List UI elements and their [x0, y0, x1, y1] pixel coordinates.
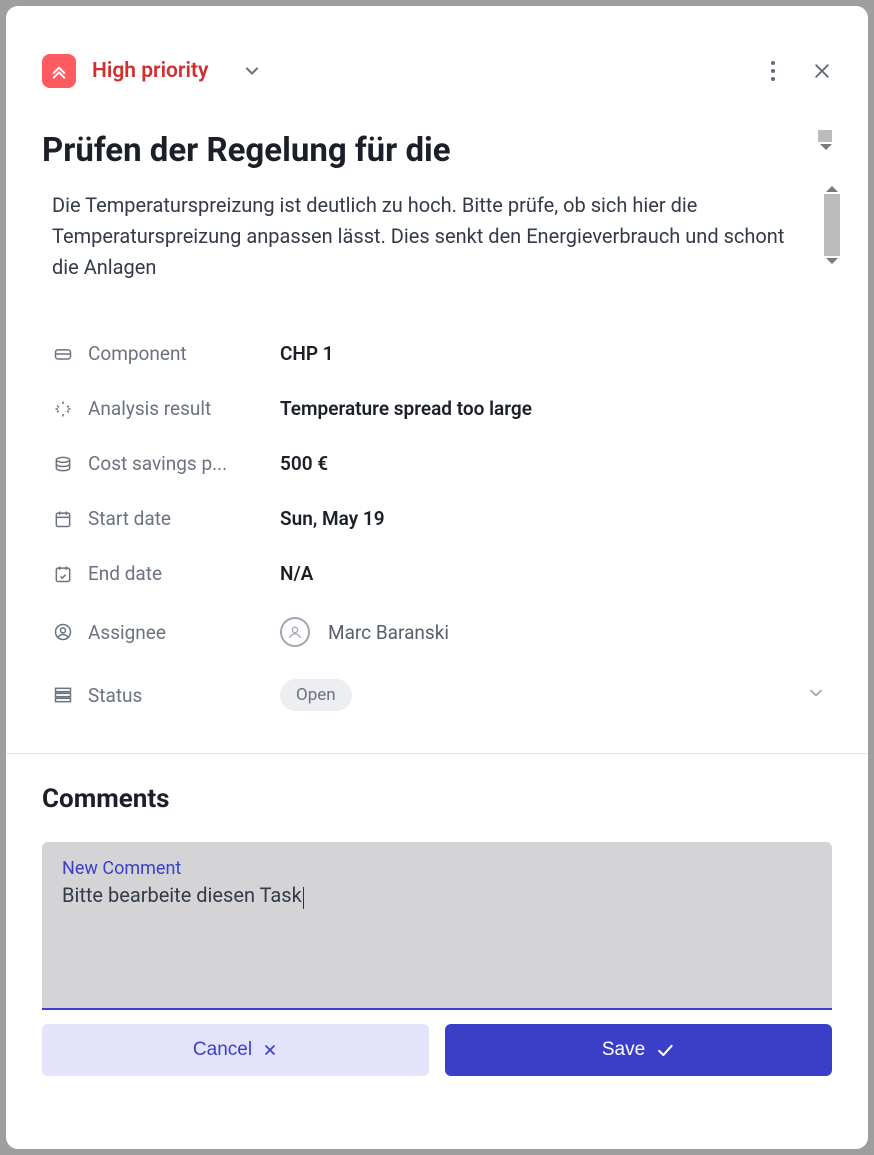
task-modal: High priority Prüfen der Regelung für di…	[6, 6, 868, 1149]
text-cursor	[303, 887, 304, 909]
component-icon	[52, 344, 74, 364]
prop-label: Assignee	[88, 621, 256, 644]
scroll-up-icon	[826, 186, 838, 192]
cancel-button[interactable]: Cancel	[42, 1024, 429, 1076]
scroll-thumb[interactable]	[824, 194, 840, 256]
kebab-icon	[770, 60, 776, 82]
new-comment-label: New Comment	[62, 858, 812, 879]
chevron-down-icon	[806, 683, 826, 703]
avatar-icon	[280, 617, 310, 647]
prop-value: Sun, May 19	[280, 507, 385, 530]
header-actions	[770, 60, 832, 82]
title-scrollbar[interactable]	[818, 130, 832, 150]
prop-value: Temperature spread too large	[280, 397, 532, 420]
prop-label: Component	[88, 342, 256, 365]
new-comment-box[interactable]: New Comment Bitte bearbeite diesen Task	[42, 842, 832, 1010]
scroll-thumb[interactable]	[818, 130, 832, 142]
calendar-check-icon	[52, 564, 74, 584]
comment-buttons: Cancel Save	[42, 1024, 832, 1076]
description-scrollbar[interactable]	[824, 186, 840, 264]
priority-dropdown[interactable]	[224, 61, 262, 81]
analysis-icon	[52, 399, 74, 419]
savings-icon	[52, 454, 74, 474]
task-title: Prüfen der Regelung für die	[42, 130, 832, 171]
prop-label: End date	[88, 562, 256, 585]
comments-section: Comments New Comment Bitte bearbeite die…	[6, 754, 868, 1149]
close-icon	[262, 1042, 278, 1058]
priority-label: High priority	[92, 59, 208, 83]
new-comment-text: Bitte bearbeite diesen Task	[62, 883, 302, 907]
cancel-label: Cancel	[193, 1039, 252, 1061]
close-icon	[812, 61, 832, 81]
prop-label: Start date	[88, 507, 256, 530]
prop-savings: Cost savings p... 500 €	[52, 436, 832, 491]
prop-end-date: End date N/A	[52, 546, 832, 601]
user-icon	[52, 622, 74, 642]
modal-header: High priority	[6, 6, 868, 100]
prop-component: Component CHP 1	[52, 326, 832, 381]
close-button[interactable]	[812, 61, 832, 81]
comments-heading: Comments	[42, 784, 832, 814]
prop-label: Status	[88, 684, 256, 707]
prop-value: N/A	[280, 562, 313, 585]
status-chip: Open	[280, 679, 352, 711]
prop-analysis: Analysis result Temperature spread too l…	[52, 381, 832, 436]
save-button[interactable]: Save	[445, 1024, 832, 1076]
more-button[interactable]	[770, 60, 776, 82]
prop-label: Cost savings p...	[88, 452, 256, 475]
prop-value: 500 €	[280, 452, 328, 475]
save-label: Save	[602, 1039, 645, 1061]
status-icon	[52, 685, 74, 705]
prop-assignee: Assignee Marc Baranski	[52, 601, 832, 663]
scroll-down-icon	[820, 144, 832, 150]
properties-list: Component CHP 1 Analysis result Temperat…	[52, 326, 832, 727]
new-comment-input[interactable]: Bitte bearbeite diesen Task	[62, 883, 812, 909]
assignee-cell[interactable]: Marc Baranski	[280, 617, 449, 647]
prop-label: Analysis result	[88, 397, 256, 420]
task-description: Die Temperaturspreizung ist deutlich zu …	[52, 190, 832, 283]
prop-start-date: Start date Sun, May 19	[52, 491, 832, 546]
title-area[interactable]: Prüfen der Regelung für die	[42, 130, 832, 178]
prop-value: CHP 1	[280, 342, 334, 365]
check-icon	[655, 1040, 675, 1060]
scroll-down-icon	[826, 258, 838, 264]
priority-high-icon	[42, 54, 76, 88]
calendar-icon	[52, 509, 74, 529]
status-chevron	[806, 683, 826, 707]
prop-status[interactable]: Status Open	[52, 663, 832, 727]
assignee-name: Marc Baranski	[328, 621, 449, 644]
description-area[interactable]: Die Temperaturspreizung ist deutlich zu …	[52, 190, 832, 290]
chevron-down-icon	[242, 61, 262, 81]
